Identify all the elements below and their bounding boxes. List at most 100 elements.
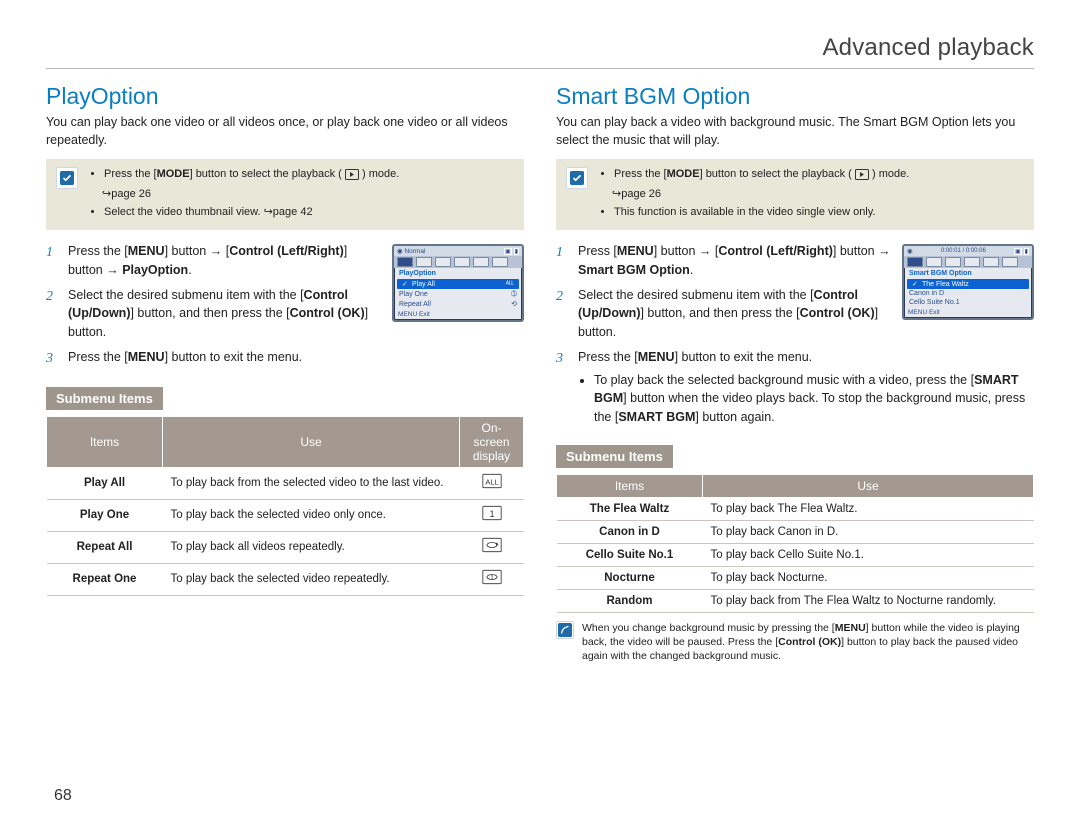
play-all-icon: ALL [460, 467, 524, 499]
item-use: To play back Cello Suite No.1. [703, 543, 1034, 566]
table-row: Nocturne To play back Nocturne. [557, 566, 1034, 589]
svg-text:1: 1 [489, 509, 494, 519]
note-line: Press the [MODE] button to select the pl… [614, 167, 909, 185]
submenu-items-heading: Submenu Items [46, 387, 163, 410]
item-name: Canon in D [557, 520, 703, 543]
screen-exit: MENU Exit [904, 307, 1032, 318]
check-note-icon [566, 167, 588, 189]
playback-mode-icon [855, 169, 869, 185]
screen-list: ✓Play Allᴬᴸᴸ Play One➀ Repeat All⟲ [394, 279, 522, 309]
left-column: PlayOption You can play back one video o… [46, 83, 524, 663]
smartbgm-heading: Smart BGM Option [556, 83, 1034, 110]
th-items: Items [557, 474, 703, 497]
smartbgm-screenshot: ◉ 0:00:01 / 0:00:06 ▣▮ Smart BGM Option … [902, 244, 1034, 320]
step-body: Select the desired submenu item with the… [578, 286, 894, 342]
step-body: Press the [MENU] button to exit the menu… [68, 348, 524, 369]
playoption-screenshot: ◉ Normal ▣▮ PlayOption ✓Play Allᴬᴸᴸ Play… [392, 244, 524, 322]
page-number: 68 [54, 787, 72, 805]
screen-top-left: ◉ [907, 247, 913, 255]
playoption-table: Items Use On-screen display Play All To … [46, 416, 524, 596]
screen-item: Play One➀ [394, 289, 522, 299]
step-body: Select the desired submenu item with the… [68, 286, 384, 342]
screen-item: Cello Suite No.1 [904, 298, 1032, 307]
note-list: Press the [MODE] button to select the pl… [598, 167, 909, 222]
table-row: Play All To play back from the selected … [47, 467, 524, 499]
screen-header: Smart BGM Option [904, 268, 1032, 279]
th-display: On-screen display [460, 416, 524, 467]
item-name: Cello Suite No.1 [557, 543, 703, 566]
screen-exit: MENU Exit [394, 309, 522, 320]
table-row: Canon in D To play back Canon in D. [557, 520, 1034, 543]
note-line-2: Select the video thumbnail view. ↪page 4… [104, 205, 399, 220]
item-use: To play back from The Flea Waltz to Noct… [703, 589, 1034, 612]
screen-tabs [394, 256, 522, 268]
svg-text:ALL: ALL [485, 477, 498, 486]
table-row: Cello Suite No.1 To play back Cello Suit… [557, 543, 1034, 566]
screen-top-left: ◉ Normal [397, 247, 425, 255]
step-1: 1 Press [MENU] button → [Control (Left/R… [556, 242, 894, 280]
screen-top-right: ▣▮ [504, 248, 519, 255]
item-name: Repeat One [47, 563, 163, 595]
info-note-icon [556, 621, 574, 639]
step-body: Press the [MENU] button to exit the menu… [578, 348, 1034, 427]
item-use: To play back all videos repeatedly. [163, 531, 460, 563]
item-use: To play back the selected video repeated… [163, 563, 460, 595]
step-number: 1 [46, 242, 60, 280]
table-row: Random To play back from The Flea Waltz … [557, 589, 1034, 612]
smartbgm-intro: You can play back a video with backgroun… [556, 114, 1034, 149]
play-one-icon: 1 [460, 499, 524, 531]
step-1: 1 Press the [MENU] button → [Control (Le… [46, 242, 384, 280]
step-2: 2 Select the desired submenu item with t… [556, 286, 894, 342]
divider [46, 68, 1034, 69]
th-use: Use [703, 474, 1034, 497]
step-number: 2 [556, 286, 570, 342]
playoption-intro: You can play back one video or all video… [46, 114, 524, 149]
step-number: 3 [556, 348, 570, 427]
repeat-one-icon: 1 [460, 563, 524, 595]
table-row: Repeat One To play back the selected vid… [47, 563, 524, 595]
table-row: Play One To play back the selected video… [47, 499, 524, 531]
right-column: Smart BGM Option You can play back a vid… [556, 83, 1034, 663]
playoption-heading: PlayOption [46, 83, 524, 110]
smartbgm-table: Items Use The Flea Waltz To play back Th… [556, 474, 1034, 613]
footnote-text: When you change background music by pres… [582, 621, 1034, 664]
item-name: Repeat All [47, 531, 163, 563]
note-list: Press the [MODE] button to select the pl… [88, 167, 399, 222]
check-note-icon [56, 167, 78, 189]
note-line: Press the [MODE] button to select the pl… [104, 167, 399, 185]
screen-item: Canon in D [904, 289, 1032, 298]
note-box: Press the [MODE] button to select the pl… [46, 159, 524, 230]
note-line-2: This function is available in the video … [614, 205, 909, 220]
item-name: Random [557, 589, 703, 612]
screen-item: Repeat All⟲ [394, 299, 522, 309]
columns: PlayOption You can play back one video o… [46, 83, 1034, 663]
step-number: 2 [46, 286, 60, 342]
item-use: To play back the selected video only onc… [163, 499, 460, 531]
playback-mode-icon [345, 169, 359, 185]
screen-item-selected: ✓Play Allᴬᴸᴸ [397, 279, 519, 289]
step-3: 3 Press the [MENU] button to exit the me… [556, 348, 1034, 427]
th-items: Items [47, 416, 163, 467]
screen-header: PlayOption [394, 268, 522, 279]
svg-text:1: 1 [490, 574, 494, 581]
page: Advanced playback PlayOption You can pla… [0, 0, 1080, 825]
screen-top-right: ▣▮ [1014, 248, 1029, 255]
step-number: 1 [556, 242, 570, 280]
step-3-bullet: To play back the selected background mus… [594, 371, 1034, 427]
repeat-all-icon [460, 531, 524, 563]
step-body: Press the [MENU] button → [Control (Left… [68, 242, 384, 280]
item-name: The Flea Waltz [557, 497, 703, 520]
page-title: Advanced playback [46, 34, 1034, 62]
item-use: To play back Canon in D. [703, 520, 1034, 543]
step-body: Press [MENU] button → [Control (Left/Rig… [578, 242, 894, 280]
item-use: To play back Nocturne. [703, 566, 1034, 589]
screen-time: 0:00:01 / 0:00:06 [941, 248, 986, 254]
table-row: The Flea Waltz To play back The Flea Wal… [557, 497, 1034, 520]
footnote: When you change background music by pres… [556, 621, 1034, 664]
item-name: Play One [47, 499, 163, 531]
item-name: Nocturne [557, 566, 703, 589]
th-use: Use [163, 416, 460, 467]
screen-item-selected: ✓The Flea Waltz [907, 279, 1029, 289]
note-ref: ↪page 26 [612, 187, 909, 202]
submenu-items-heading: Submenu Items [556, 445, 673, 468]
